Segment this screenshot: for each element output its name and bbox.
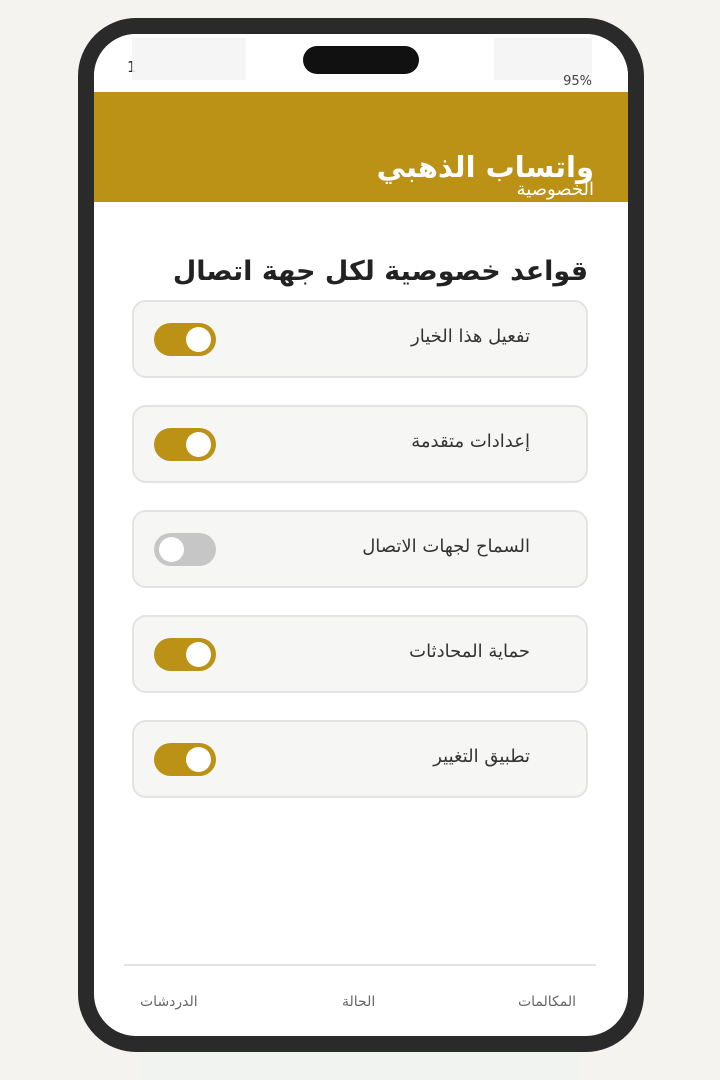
setting-label: حماية المحادثات — [409, 641, 530, 662]
toggle-switch[interactable] — [154, 638, 216, 671]
setting-row-allow-contacts[interactable]: السماح لجهات الاتصال — [132, 510, 588, 588]
toggle-knob — [186, 642, 211, 667]
toggle-switch[interactable] — [154, 428, 216, 461]
app-header: واتساب الذهبي الخصوصية — [94, 92, 628, 202]
status-bar: 1 95% — [94, 34, 628, 90]
toggle-knob — [186, 327, 211, 352]
bottom-nav: الدردشات الحالة المكالمات — [124, 964, 596, 1036]
toggle-switch[interactable] — [154, 323, 216, 356]
phone-reflection — [140, 1052, 580, 1080]
setting-row-apply-change[interactable]: تطبيق التغيير — [132, 720, 588, 798]
camera-notch — [303, 46, 419, 74]
phone-frame: 1 95% واتساب الذهبي الخصوصية قواعد خصوصي… — [78, 18, 644, 1052]
settings-list: تفعيل هذا الخيار إعدادات متقدمة السماح ل… — [132, 300, 588, 825]
battery-level: 95% — [563, 74, 592, 89]
page-subtitle: الخصوصية — [516, 179, 594, 200]
toggle-switch[interactable] — [154, 743, 216, 776]
toggle-knob — [186, 432, 211, 457]
nav-tab-chats[interactable]: الدردشات — [140, 994, 198, 1010]
setting-label: السماح لجهات الاتصال — [362, 536, 530, 557]
nav-tab-calls[interactable]: المكالمات — [518, 994, 576, 1010]
setting-label: تفعيل هذا الخيار — [411, 326, 530, 347]
section-title: قواعد خصوصية لكل جهة اتصال — [172, 256, 588, 287]
setting-label: إعدادات متقدمة — [411, 431, 530, 452]
setting-row-protect-chats[interactable]: حماية المحادثات — [132, 615, 588, 693]
toggle-knob — [159, 537, 184, 562]
setting-row-advanced[interactable]: إعدادات متقدمة — [132, 405, 588, 483]
toggle-knob — [186, 747, 211, 772]
status-blur-left — [132, 38, 246, 80]
toggle-switch[interactable] — [154, 533, 216, 566]
setting-label: تطبيق التغيير — [433, 746, 530, 767]
nav-tab-status[interactable]: الحالة — [342, 994, 375, 1010]
setting-row-enable-option[interactable]: تفعيل هذا الخيار — [132, 300, 588, 378]
